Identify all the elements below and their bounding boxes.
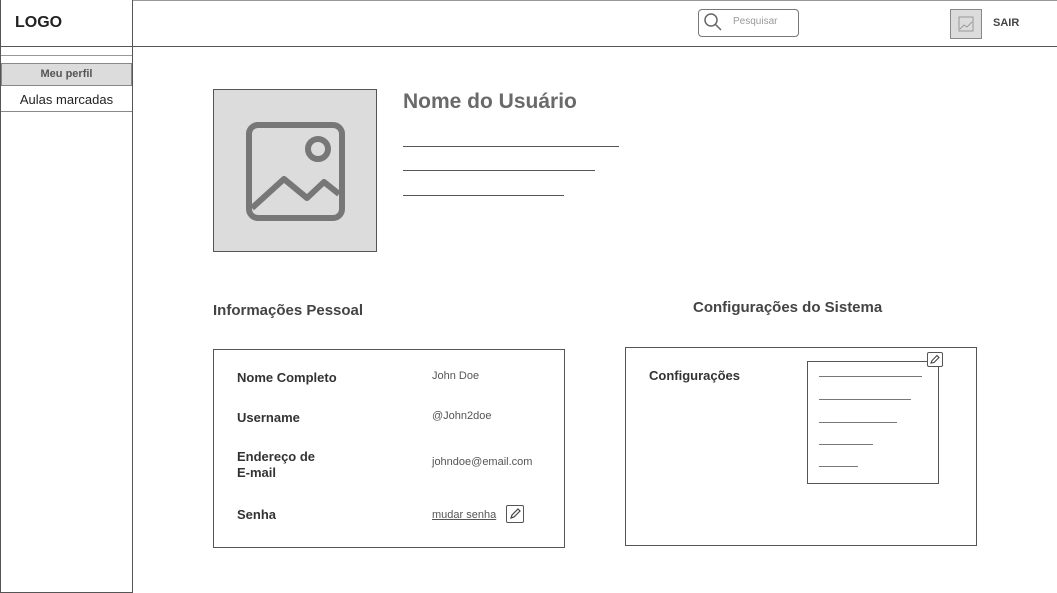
field-value-full-name: John Doe <box>432 370 480 382</box>
field-label-full-name: Nome Completo <box>237 370 337 385</box>
profile-line-3 <box>403 195 564 196</box>
config-line-5 <box>819 466 858 467</box>
sidebar-divider <box>1 55 132 56</box>
config-line-4 <box>819 444 873 445</box>
edit-icon <box>510 508 521 519</box>
edit-icon <box>930 354 940 364</box>
field-label-password: Senha <box>237 507 277 522</box>
personal-info-title: Informações Pessoal <box>213 302 364 319</box>
image-icon <box>958 16 974 32</box>
system-config-label: Configurações <box>649 368 741 383</box>
avatar[interactable] <box>950 9 982 39</box>
search-placeholder: Pesquisar <box>733 16 778 27</box>
profile-line-2 <box>403 170 595 171</box>
field-value-email: johndoe@email.com <box>432 456 533 468</box>
logout-button[interactable]: SAIR <box>993 17 1019 29</box>
system-config-title: Configurações do Sistema <box>693 299 883 316</box>
edit-password-button[interactable] <box>506 505 524 523</box>
search-icon <box>704 13 722 31</box>
field-value-username: @John2doe <box>432 410 492 422</box>
image-placeholder-icon <box>246 122 345 221</box>
config-line-1 <box>819 376 922 377</box>
field-label-username: Username <box>237 410 300 425</box>
user-name: Nome do Usuário <box>403 90 577 113</box>
config-line-2 <box>819 399 911 400</box>
edit-config-button[interactable] <box>927 352 943 367</box>
sidebar-item-meu-perfil[interactable]: Meu perfil <box>1 63 132 86</box>
config-line-3 <box>819 422 897 423</box>
sidebar-item-aulas-marcadas[interactable]: Aulas marcadas <box>1 88 132 112</box>
topbar-top-border <box>133 0 1057 1</box>
change-password-link[interactable]: mudar senha <box>432 509 496 521</box>
profile-photo <box>213 89 377 252</box>
logo: LOGO <box>15 14 63 31</box>
field-label-email: Endereço de E-mail <box>237 449 316 480</box>
profile-line-1 <box>403 146 619 147</box>
topbar-divider <box>133 46 1057 47</box>
